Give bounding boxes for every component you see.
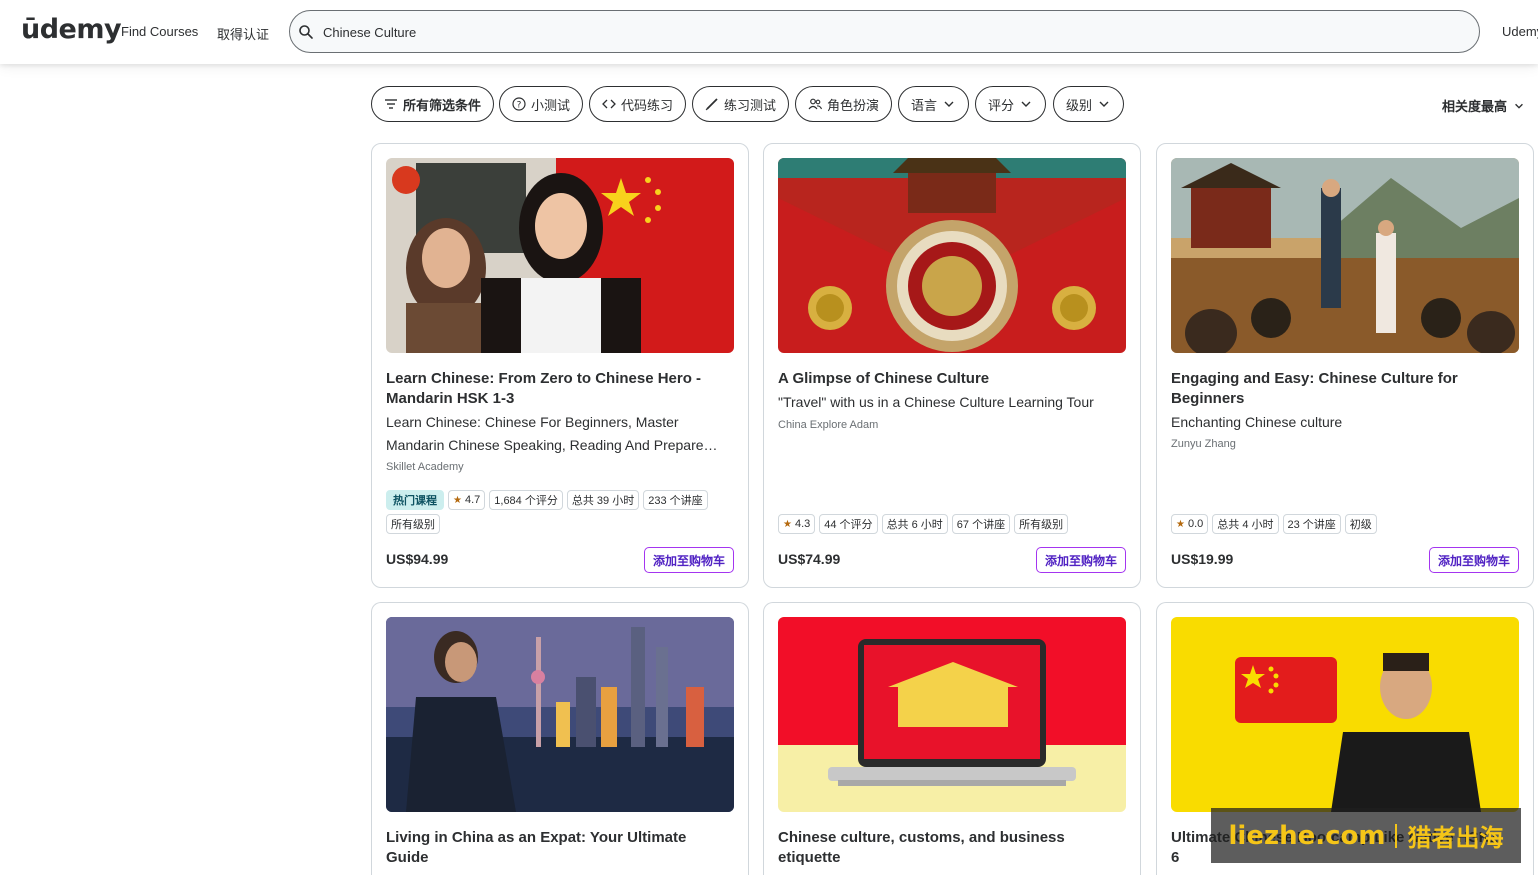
star-icon: ★ [453, 494, 462, 506]
top-header: ūdemy Find Courses 取得认证 Chinese Culture … [0, 0, 1538, 64]
course-title[interactable]: Chinese culture, customs, and business e… [778, 828, 1118, 868]
course-subtitle: Learn Chinese: Chinese For Beginners, Ma… [386, 414, 718, 453]
search-input[interactable]: Chinese Culture [323, 25, 416, 40]
filter-rating-dropdown[interactable]: 评分 [975, 86, 1047, 122]
course-thumbnail[interactable] [386, 617, 734, 812]
course-card[interactable]: Engaging and Easy: Chinese Culture for B… [1156, 143, 1534, 588]
udemy-logo[interactable]: ūdemy [21, 14, 122, 45]
star-icon: ★ [1176, 518, 1185, 530]
filter-coding-chip[interactable]: 代码练习 [589, 86, 687, 122]
nav-find-courses[interactable]: Find Courses [121, 24, 198, 39]
add-to-cart-button[interactable]: 添加至购物车 [1035, 547, 1126, 573]
level-tag: 初级 [1344, 514, 1377, 534]
course-subtitle: Enchanting Chinese culture [1171, 414, 1343, 430]
course-price: US$19.99 [1171, 551, 1234, 567]
chevron-down-icon [944, 101, 954, 107]
add-to-cart-button[interactable]: 添加至购物车 [643, 547, 734, 573]
course-tags: ★ 0.0 总共 4 小时 23 个讲座 初级 [1171, 514, 1519, 534]
filter-all-button[interactable]: 所有筛选条件 [371, 86, 495, 122]
filter-level-dropdown[interactable]: 级别 [1053, 86, 1125, 122]
course-instructor: Zunyu Zhang [1171, 438, 1236, 450]
bestseller-badge: 热门课程 [386, 490, 444, 510]
course-instructor: Skillet Academy [386, 461, 464, 473]
site-watermark: liezhe.com 猎者出海 [1211, 808, 1521, 863]
watermark-divider [1395, 823, 1398, 848]
filter-practice-test-chip[interactable]: 练习测试 [692, 86, 790, 122]
course-card[interactable]: Living in China as an Expat: Your Ultima… [371, 602, 749, 875]
ratings-count-tag: 44 个评分 [819, 514, 878, 534]
search-bar[interactable]: Chinese Culture [289, 10, 1480, 53]
course-price: US$94.99 [386, 551, 449, 567]
add-to-cart-button[interactable]: 添加至购物车 [1428, 547, 1519, 573]
course-thumbnail[interactable] [778, 617, 1126, 812]
lectures-tag: 67 个讲座 [951, 514, 1011, 534]
course-title[interactable]: Learn Chinese: From Zero to Chinese Hero… [386, 369, 726, 409]
duration-tag: 总共 39 小时 [566, 490, 640, 510]
code-icon [602, 99, 616, 109]
lectures-tag: 23 个讲座 [1282, 514, 1341, 534]
svg-text:?: ? [517, 101, 522, 111]
rating-tag: ★ 4.7 [448, 490, 486, 510]
course-title[interactable]: A Glimpse of Chinese Culture [778, 369, 1118, 389]
filter-quiz-chip[interactable]: ? 小测试 [499, 86, 584, 122]
level-tag: 所有级别 [386, 514, 440, 534]
course-price: US$74.99 [778, 551, 841, 567]
course-card[interactable]: Chinese culture, customs, and business e… [763, 602, 1141, 875]
question-icon: ? [512, 97, 526, 111]
lectures-tag: 233 个讲座 [643, 490, 708, 510]
people-icon [808, 98, 822, 110]
pencil-icon [705, 98, 718, 111]
watermark-brand: 猎者出海 [1407, 825, 1504, 852]
course-instructor: China Explore Adam [778, 419, 879, 431]
filter-roleplay-chip[interactable]: 角色扮演 [795, 86, 893, 122]
star-icon: ★ [783, 518, 792, 530]
level-tag: 所有级别 [1014, 514, 1069, 534]
search-icon[interactable] [298, 24, 314, 40]
chevron-down-icon [1515, 103, 1523, 109]
filter-icon [385, 99, 397, 109]
course-title[interactable]: Engaging and Easy: Chinese Culture for B… [1171, 369, 1511, 409]
course-title[interactable]: Living in China as an Expat: Your Ultima… [386, 828, 726, 868]
sort-dropdown[interactable]: 相关度最高 [1442, 96, 1525, 115]
watermark-domain: liezhe.com [1228, 820, 1386, 851]
course-tags: 热门课程 ★ 4.7 1,684 个评分 总共 39 小时 233 个讲座 所有级… [386, 490, 734, 534]
chevron-down-icon [1099, 101, 1109, 107]
course-tags: ★ 4.3 44 个评分 总共 6 小时 67 个讲座 所有级别 [778, 514, 1126, 534]
rating-tag: ★ 0.0 [1171, 514, 1209, 534]
duration-tag: 总共 4 小时 [1212, 514, 1279, 534]
course-thumbnail[interactable] [386, 158, 734, 353]
chevron-down-icon [1021, 101, 1031, 107]
rating-tag: ★ 4.3 [778, 514, 816, 534]
course-thumbnail[interactable] [778, 158, 1126, 353]
course-thumbnail[interactable] [1171, 158, 1519, 353]
duration-tag: 总共 6 小时 [881, 514, 948, 534]
course-card[interactable]: Learn Chinese: From Zero to Chinese Hero… [371, 143, 749, 588]
course-card[interactable]: A Glimpse of Chinese Culture "Travel" wi… [763, 143, 1141, 588]
course-thumbnail[interactable] [1171, 617, 1519, 812]
ratings-count-tag: 1,684 个评分 [489, 490, 563, 510]
udemy-business-link[interactable]: Udemy [1502, 24, 1538, 39]
nav-certification[interactable]: 取得认证 [217, 24, 269, 43]
filter-language-dropdown[interactable]: 语言 [898, 86, 970, 122]
course-subtitle: "Travel" with us in a Chinese Culture Le… [778, 394, 1094, 410]
